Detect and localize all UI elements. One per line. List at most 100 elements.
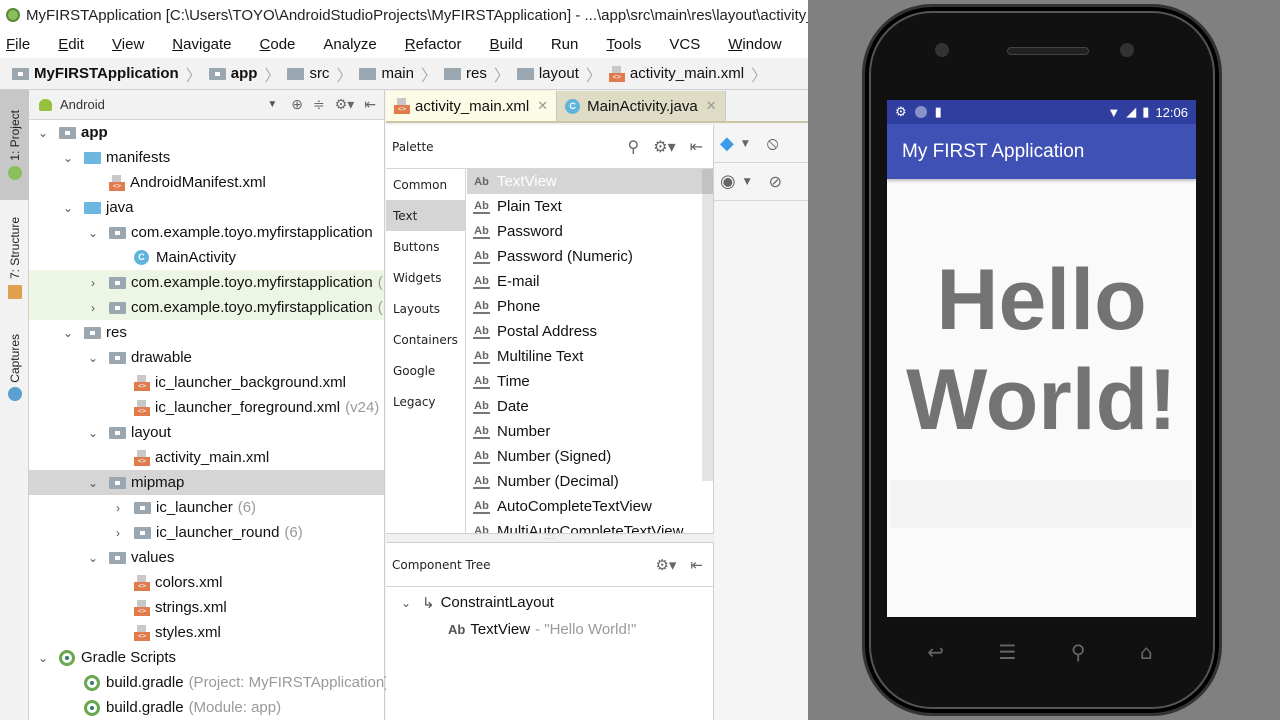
menu-window[interactable]: Window (728, 36, 795, 53)
palette-category[interactable]: Widgets (386, 262, 465, 293)
breadcrumb-item[interactable]: main 〉 (359, 62, 444, 86)
menu-icon[interactable]: ☰ (998, 640, 1016, 664)
menu-run[interactable]: Run (551, 36, 593, 53)
gear-icon[interactable]: ⚙▾ (653, 137, 675, 156)
chevron-down-icon[interactable]: ▼ (267, 99, 277, 110)
chevron-down-icon[interactable]: ▼ (742, 139, 749, 149)
tree-item[interactable]: styles.xml (29, 620, 384, 645)
tree-item[interactable]: ic_launcher_foreground.xml(v24) (29, 395, 384, 420)
palette-category[interactable]: Text (386, 200, 465, 231)
palette-scrollbar[interactable] (702, 169, 713, 481)
collapse-all-icon[interactable]: ≑ (313, 96, 325, 113)
palette-item[interactable]: Ab Postal Address (467, 319, 703, 344)
menu-tools[interactable]: Tools (606, 36, 655, 53)
chevron-right-icon[interactable]: › (85, 301, 101, 315)
tree-item[interactable]: ⌄ manifests (29, 145, 384, 170)
side-tab-structure[interactable]: 7: Structure (0, 208, 29, 308)
tree-item[interactable]: ic_launcher_background.xml (29, 370, 384, 395)
chevron-right-icon[interactable]: › (110, 526, 126, 540)
search-icon[interactable]: ⚲ (628, 137, 640, 156)
close-icon[interactable]: ✕ (537, 98, 548, 114)
chevron-down-icon[interactable]: ⌄ (35, 651, 51, 665)
gear-icon[interactable]: ⚙▾ (655, 556, 676, 574)
menu-view[interactable]: View (112, 36, 158, 53)
chevron-down-icon[interactable]: ⌄ (60, 151, 76, 165)
view-mode-select[interactable]: Android (60, 97, 105, 112)
side-tab-captures[interactable]: Captures (0, 325, 29, 410)
autoconnect-icon[interactable]: ⊘ (769, 172, 782, 191)
chevron-down-icon[interactable]: ⌄ (60, 201, 76, 215)
tree-item[interactable]: ⌄ Gradle Scripts (29, 645, 384, 670)
chevron-down-icon[interactable]: ⌄ (60, 326, 76, 340)
menu-refactor[interactable]: Refactor (405, 36, 476, 53)
palette-category[interactable]: Legacy (386, 386, 465, 417)
palette-category[interactable]: Buttons (386, 231, 465, 262)
palette-item[interactable]: Ab Number (Decimal) (467, 469, 703, 494)
close-icon[interactable]: ✕ (706, 98, 717, 114)
gear-icon[interactable]: ⚙▾ (335, 96, 355, 113)
rotate-icon[interactable]: ⦸ (767, 133, 779, 154)
menu-file[interactable]: File (6, 36, 44, 53)
menu-code[interactable]: Code (260, 36, 310, 53)
chevron-right-icon[interactable]: › (110, 501, 126, 515)
palette-item[interactable]: Ab TextView (467, 169, 703, 194)
palette-item[interactable]: Ab Number (467, 419, 703, 444)
palette-category[interactable]: Layouts (386, 293, 465, 324)
tree-item[interactable]: C MainActivity (29, 245, 384, 270)
hide-panel-icon[interactable]: ⇤ (690, 556, 703, 574)
menu-analyze[interactable]: Analyze (323, 36, 390, 53)
tree-item[interactable]: build.gradle (Module: app) (29, 695, 384, 720)
chevron-down-icon[interactable]: ⌄ (85, 226, 101, 240)
locate-icon[interactable]: ⊕ (291, 96, 303, 113)
palette-item[interactable]: Ab AutoCompleteTextView (467, 494, 703, 519)
palette-item[interactable]: Ab MultiAutoCompleteTextView (467, 519, 703, 533)
breadcrumb-item[interactable]: MyFIRSTApplication 〉 (12, 62, 209, 86)
tree-item[interactable]: › com.example.toyo.myfirstapplication( (29, 295, 384, 320)
tree-item[interactable]: › ic_launcher_round (6) (29, 520, 384, 545)
tree-item[interactable]: ⌄ app (29, 120, 384, 145)
tree-item[interactable]: › ic_launcher (6) (29, 495, 384, 520)
side-tab-project[interactable]: 1: Project (0, 90, 29, 200)
tree-item[interactable]: ⌄ java (29, 195, 384, 220)
tree-item[interactable]: ⌄ mipmap (29, 470, 384, 495)
tree-node-textview[interactable]: Ab TextView - "Hello World!" (386, 616, 713, 643)
palette-item[interactable]: Ab Plain Text (467, 194, 703, 219)
tree-node-constraintlayout[interactable]: ⌄ ↳ ConstraintLayout (386, 589, 713, 616)
breadcrumb-item[interactable]: res 〉 (443, 62, 517, 86)
tree-item[interactable]: strings.xml (29, 595, 384, 620)
tree-item[interactable]: ⌄ layout (29, 420, 384, 445)
tree-item[interactable]: AndroidManifest.xml (29, 170, 384, 195)
chevron-down-icon[interactable]: ⌄ (85, 426, 101, 440)
palette-category[interactable]: Google (386, 355, 465, 386)
editor-tab[interactable]: activity_main.xml ✕ (386, 91, 558, 121)
palette-item[interactable]: Ab E-mail (467, 269, 703, 294)
hello-world-text[interactable]: Hello World! (887, 250, 1196, 450)
chevron-right-icon[interactable]: › (85, 276, 101, 290)
palette-category[interactable]: Common (386, 169, 465, 200)
tree-item[interactable]: ⌄ drawable (29, 345, 384, 370)
palette-item[interactable]: Ab Password (Numeric) (467, 244, 703, 269)
breadcrumb-item[interactable]: src 〉 (287, 62, 359, 86)
palette-item[interactable]: Ab Phone (467, 294, 703, 319)
back-icon[interactable]: ↩ (927, 640, 944, 664)
editor-tab[interactable]: C MainActivity.java ✕ (557, 91, 726, 121)
eye-icon[interactable]: ◉ (720, 171, 736, 192)
breadcrumb-item[interactable]: activity_main.xml 〉 (608, 62, 774, 86)
hide-panel-icon[interactable]: ⇤ (364, 96, 376, 113)
palette-item[interactable]: Ab Date (467, 394, 703, 419)
tree-item[interactable]: colors.xml (29, 570, 384, 595)
tree-item[interactable]: ⌄ com.example.toyo.myfirstapplication (29, 220, 384, 245)
tree-item[interactable]: › com.example.toyo.myfirstapplication( (29, 270, 384, 295)
search-icon[interactable]: ⚲ (1071, 640, 1086, 664)
tree-item[interactable]: ⌄ values (29, 545, 384, 570)
palette-item[interactable]: Ab Password (467, 219, 703, 244)
home-icon[interactable]: ⌂ (1140, 640, 1153, 664)
palette-item[interactable]: Ab Number (Signed) (467, 444, 703, 469)
breadcrumb-item[interactable]: app 〉 (208, 62, 288, 86)
tree-item[interactable]: build.gradle (Project: MyFIRSTApplication… (29, 670, 389, 695)
chevron-down-icon[interactable]: ⌄ (398, 596, 414, 610)
tree-item[interactable]: ⌄ res (29, 320, 384, 345)
tree-item[interactable]: activity_main.xml (29, 445, 384, 470)
chevron-down-icon[interactable]: ⌄ (35, 126, 51, 140)
chevron-down-icon[interactable]: ⌄ (85, 351, 101, 365)
